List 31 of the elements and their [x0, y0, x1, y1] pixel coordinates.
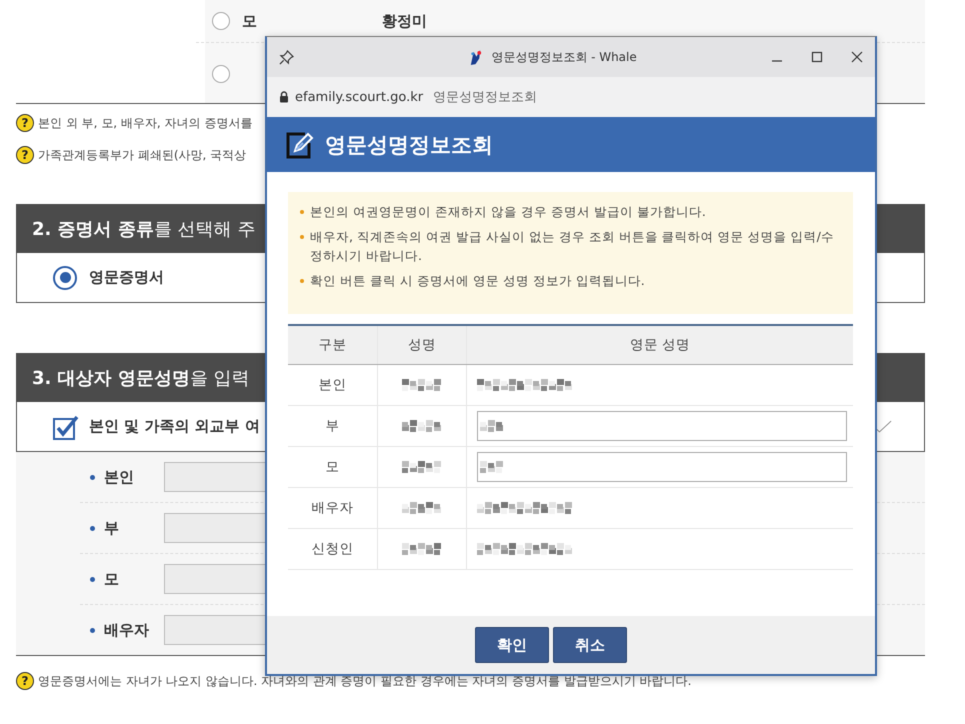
section-title: 2. 증명서 종류를 선택해 주 [32, 218, 256, 240]
column-header: 성명 [378, 326, 467, 364]
help-text: 영문증명서에는 자녀가 나오지 않습니다. 자녀와의 관계 증명이 필요한 경우에는 자녀의 증명서를 발급받으시기 바랍니다. [38, 672, 692, 690]
field-label: 부 [104, 518, 120, 538]
checkbox-label: 본인 및 가족의 외교부 여 [89, 417, 260, 436]
notice-text: 확인 버튼 클릭 시 증명서에 영문 성명 정보가 입력됩니다. [310, 272, 645, 290]
section-title: 3. 대상자 영문성명을 입력 [32, 366, 250, 390]
help-text: 본인 외 부, 모, 배우자, 자녀의 증명서를 [38, 114, 252, 132]
popup-title: 영문성명정보조회 [325, 132, 493, 158]
field-label: 모 [104, 570, 120, 588]
notice-text: 본인의 여권영문명이 존재하지 않을 경우 증명서 발급이 불가합니다. [310, 203, 706, 221]
page-title: 영문성명정보조회 [433, 89, 538, 106]
help-icon: ? [16, 114, 34, 132]
option-label: 영문증명서 [89, 268, 164, 287]
relation-label: 모 [242, 12, 258, 30]
table-cell: 부 [288, 406, 378, 446]
table-cell: 배우자 [288, 488, 378, 528]
field-label: 배우자 [104, 620, 150, 640]
window-title: 영문성명정보조회 - Whale [491, 48, 637, 66]
notice-text: 배우자, 직계존속의 여권 발급 사실이 없는 경우 조회 버튼을 클릭하여 영문 성명을 입력/수정하시기 바랍니다. [310, 228, 835, 265]
url-text: efamily.scourt.go.kr [295, 90, 424, 104]
help-icon: ? [16, 146, 34, 164]
table-cell: 본인 [288, 365, 378, 405]
table-cell: 모 [288, 447, 378, 487]
field-label: 본인 [104, 468, 135, 486]
help-icon: ? [16, 672, 34, 690]
column-header: 구분 [288, 326, 378, 364]
table-cell: 신청인 [288, 529, 378, 569]
column-header: 영문 성명 [628, 336, 692, 355]
help-text: 가족관계등록부가 폐쇄된(사망, 국적상 [38, 146, 246, 164]
person-name: 황정미 [382, 12, 427, 30]
